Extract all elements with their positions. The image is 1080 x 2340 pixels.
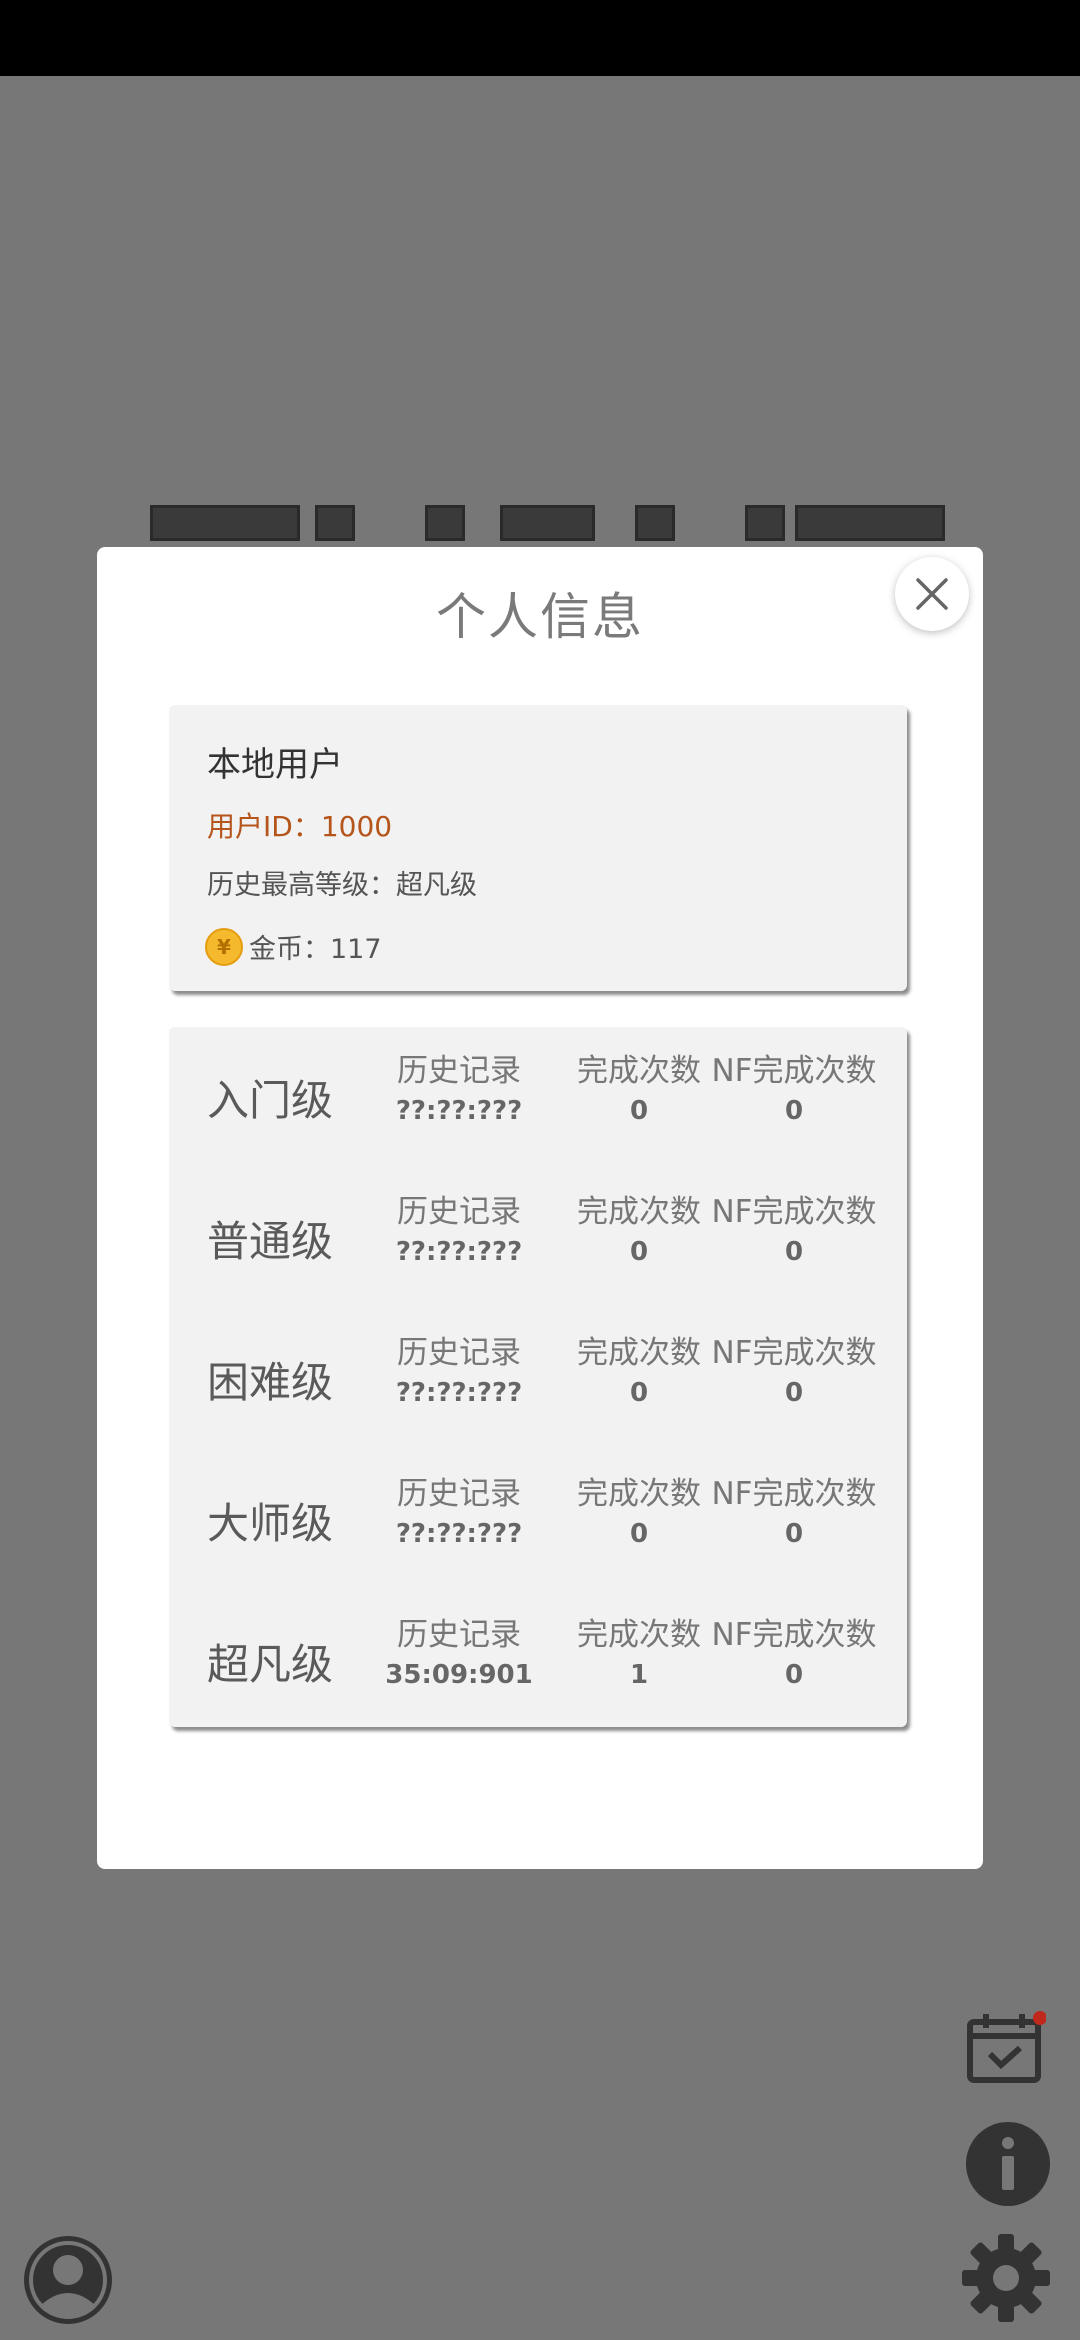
level-name: 普通级 bbox=[207, 1217, 334, 1266]
done-count-value: 0 bbox=[629, 1096, 649, 1126]
calendar-check-icon bbox=[967, 2011, 1047, 2083]
nf-count-label: NF完成次数 bbox=[711, 1617, 877, 1653]
record-label: 历史记录 bbox=[397, 1617, 521, 1653]
level-name: 困难级 bbox=[207, 1358, 334, 1407]
user-name: 本地用户 bbox=[207, 745, 343, 785]
info-icon bbox=[1002, 2137, 1014, 2190]
record-value: 35:09:901 bbox=[385, 1660, 533, 1690]
done-count-value: 0 bbox=[629, 1519, 649, 1549]
done-count-label: 完成次数 bbox=[577, 1053, 701, 1089]
gear-icon bbox=[962, 2234, 1050, 2322]
record-label: 历史记录 bbox=[397, 1335, 521, 1371]
record-label: 历史记录 bbox=[397, 1053, 521, 1089]
record-value: ??:??:??? bbox=[395, 1096, 523, 1126]
record-value: ??:??:??? bbox=[395, 1378, 523, 1408]
nf-count-value: 0 bbox=[784, 1660, 804, 1690]
highest-level: 历史最高等级：超凡级 bbox=[207, 870, 477, 901]
profile-modal: 个人信息 本地用户 用户ID：1000 历史最高等级：超凡级 ¥ 金币：117 … bbox=[97, 547, 983, 1869]
done-count-value: 1 bbox=[629, 1660, 649, 1690]
settings-button[interactable] bbox=[960, 2232, 1052, 2324]
coin-icon: ¥ bbox=[205, 927, 243, 966]
profile-button[interactable] bbox=[24, 2236, 112, 2324]
close-button[interactable] bbox=[895, 557, 969, 631]
nf-count-label: NF完成次数 bbox=[711, 1476, 877, 1512]
nf-count-value: 0 bbox=[784, 1519, 804, 1549]
user-avatar-icon bbox=[29, 2241, 107, 2319]
coin-balance: ¥ 金币：117 bbox=[205, 927, 382, 966]
record-label: 历史记录 bbox=[397, 1476, 521, 1512]
done-count-label: 完成次数 bbox=[577, 1335, 701, 1371]
stats-row-transcendent: 超凡级 历史记录 35:09:901 完成次数 1 NF完成次数 0 bbox=[169, 1591, 907, 1731]
done-count-label: 完成次数 bbox=[577, 1617, 701, 1653]
record-label: 历史记录 bbox=[397, 1194, 521, 1230]
stats-row-normal: 普通级 历史记录??:??:??? 完成次数 0 NF完成次数 0 bbox=[169, 1168, 907, 1308]
nf-count-value: 0 bbox=[784, 1096, 804, 1126]
nf-count-label: NF完成次数 bbox=[711, 1335, 877, 1371]
user-id: 用户ID：1000 bbox=[207, 810, 393, 843]
user-info-card: 本地用户 用户ID：1000 历史最高等级：超凡级 ¥ 金币：117 bbox=[169, 705, 907, 991]
modal-title: 个人信息 bbox=[436, 588, 644, 646]
level-name: 入门级 bbox=[207, 1076, 334, 1125]
info-button[interactable] bbox=[966, 2122, 1050, 2206]
nf-count-value: 0 bbox=[784, 1237, 804, 1267]
level-name: 超凡级 bbox=[207, 1640, 334, 1689]
nf-count-label: NF完成次数 bbox=[711, 1194, 877, 1230]
level-name: 大师级 bbox=[207, 1499, 334, 1548]
stats-row-beginner: 入门级 历史记录??:??:??? 完成次数 0 NF完成次数 0 bbox=[169, 1027, 907, 1167]
stats-row-hard: 困难级 历史记录??:??:??? 完成次数 0 NF完成次数 0 bbox=[169, 1309, 907, 1449]
nf-count-value: 0 bbox=[784, 1378, 804, 1408]
done-count-value: 0 bbox=[629, 1378, 649, 1408]
done-count-label: 完成次数 bbox=[577, 1476, 701, 1512]
record-value: ??:??:??? bbox=[395, 1519, 523, 1549]
record-value: ??:??:??? bbox=[395, 1237, 523, 1267]
level-stats-card: 入门级 历史记录??:??:??? 完成次数 0 NF完成次数 0 普通级 历史记录… bbox=[169, 1027, 907, 1727]
coin-amount: 金币：117 bbox=[249, 934, 382, 965]
nf-count-label: NF完成次数 bbox=[711, 1053, 877, 1089]
daily-checkin-button[interactable] bbox=[966, 2010, 1047, 2086]
close-icon bbox=[916, 578, 948, 610]
done-count-label: 完成次数 bbox=[577, 1194, 701, 1230]
background-game-title bbox=[150, 505, 950, 553]
status-bar bbox=[0, 0, 1080, 76]
done-count-value: 0 bbox=[629, 1237, 649, 1267]
stats-row-master: 大师级 历史记录??:??:??? 完成次数 0 NF完成次数 0 bbox=[169, 1450, 907, 1590]
